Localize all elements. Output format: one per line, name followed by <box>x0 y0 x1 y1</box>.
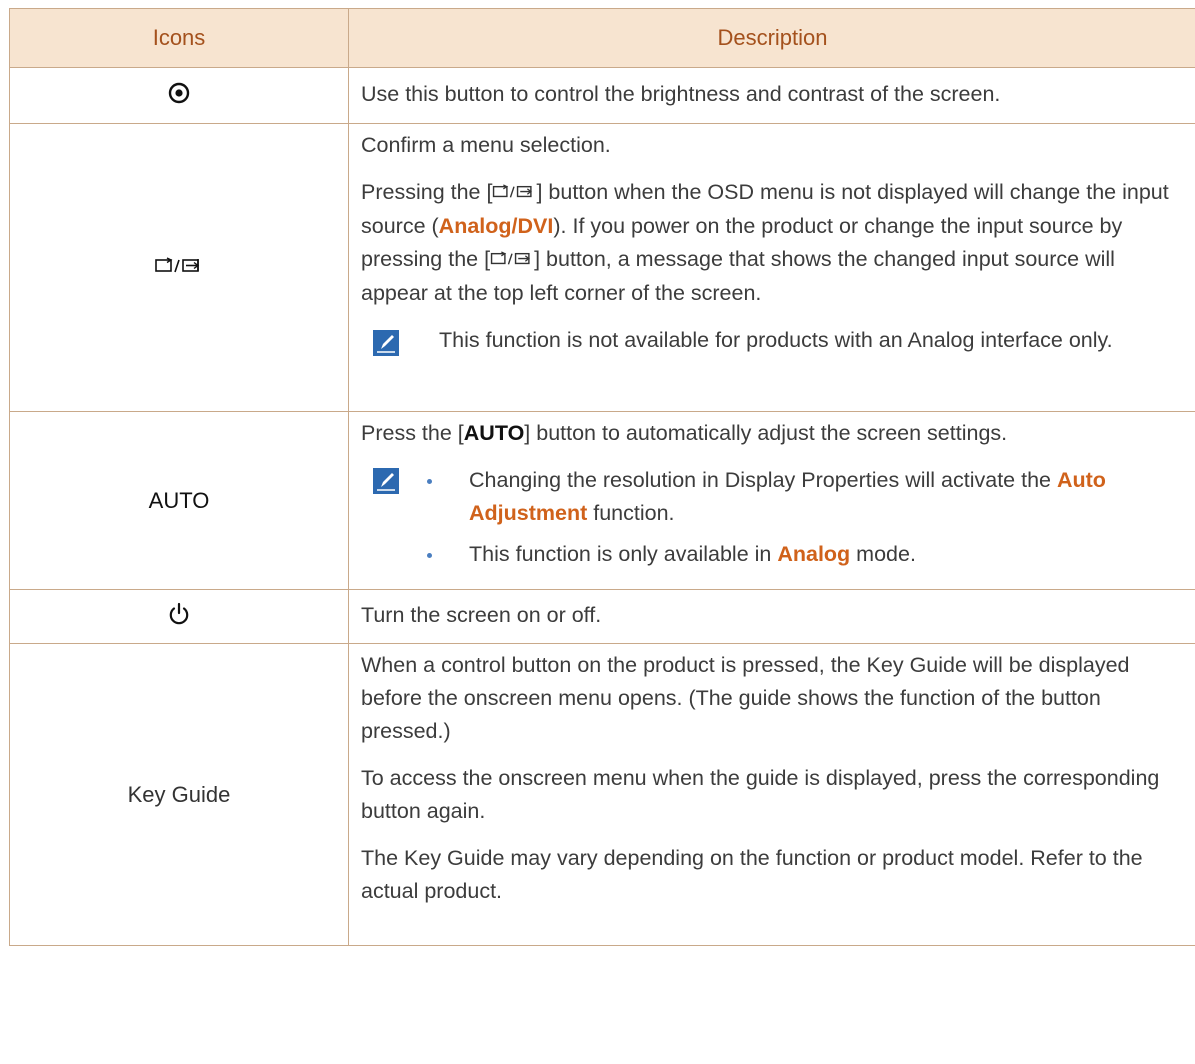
auto-label: AUTO <box>148 487 210 513</box>
text-fragment: Press the [ <box>361 421 464 445</box>
description-text: Confirm a menu selection. <box>361 133 611 157</box>
note-pencil-icon <box>373 329 399 366</box>
text-fragment: ] button to automatically adjust the scr… <box>524 421 1008 445</box>
table-row: Confirm a menu selection. Pressing the [… <box>9 123 1195 412</box>
note: Changing the resolution in Display Prope… <box>361 464 1184 571</box>
note-pencil-icon <box>373 468 399 504</box>
button-guide-table: Icons Description Use this button to con… <box>9 8 1195 946</box>
source-enter-icon <box>155 255 203 280</box>
icon-cell <box>9 67 349 124</box>
text-fragment: mode. <box>850 542 916 566</box>
source-enter-icon <box>492 177 536 210</box>
description-text: Press the [AUTO] button to automatically… <box>361 417 1184 450</box>
description-cell: Use this button to control the brightnes… <box>348 67 1195 124</box>
description-text: When a control button on the product is … <box>361 653 1130 743</box>
icon-cell <box>9 589 349 644</box>
auto-key-label: AUTO <box>463 421 525 445</box>
description-text: Turn the screen on or off. <box>361 602 602 627</box>
description-text: Use this button to control the brightnes… <box>361 81 1001 106</box>
description-cell: Press the [AUTO] button to automatically… <box>348 411 1195 590</box>
table-row: Key Guide When a control button on the p… <box>9 643 1195 946</box>
brightness-contrast-icon <box>168 82 190 109</box>
description-cell: Turn the screen on or off. <box>348 589 1195 644</box>
text-fragment: Pressing the [ <box>361 180 493 204</box>
description-text: Pressing the [ ] button when the OSD men… <box>361 176 1184 310</box>
text-fragment: Changing the resolution in Display Prope… <box>469 468 1057 492</box>
key-guide-label: Key Guide <box>127 781 231 807</box>
table-row: Turn the screen on or off. <box>9 589 1195 644</box>
description-text: The Key Guide may vary depending on the … <box>361 846 1143 903</box>
icon-cell: Key Guide <box>9 643 349 946</box>
description-cell: When a control button on the product is … <box>348 643 1195 946</box>
icon-cell <box>9 123 349 412</box>
description-cell: Confirm a menu selection. Pressing the [… <box>348 123 1195 412</box>
analog-label: Analog <box>438 213 512 238</box>
note-text: This function is not available for produ… <box>439 327 1113 352</box>
source-enter-icon <box>490 244 534 277</box>
analog-label: Analog <box>777 542 851 566</box>
description-text: To access the onscreen menu when the gui… <box>361 766 1160 823</box>
table-header-row: Icons Description <box>9 8 1195 68</box>
list-item: This function is only available in Analo… <box>415 538 1184 571</box>
dvi-label: DVI <box>517 213 554 238</box>
column-header-description: Description <box>348 8 1195 68</box>
note-bullet-list: Changing the resolution in Display Prope… <box>415 464 1184 571</box>
power-icon <box>168 602 190 631</box>
table-row: Use this button to control the brightnes… <box>9 67 1195 124</box>
text-fragment: function. <box>587 501 675 525</box>
text-fragment: This function is only available in <box>469 542 778 566</box>
list-item: Changing the resolution in Display Prope… <box>415 464 1184 530</box>
table-row: AUTO Press the [AUTO] button to automati… <box>9 411 1195 590</box>
column-header-icons: Icons <box>9 8 349 68</box>
icon-cell: AUTO <box>9 411 349 590</box>
note: This function is not available for produ… <box>361 324 1184 357</box>
